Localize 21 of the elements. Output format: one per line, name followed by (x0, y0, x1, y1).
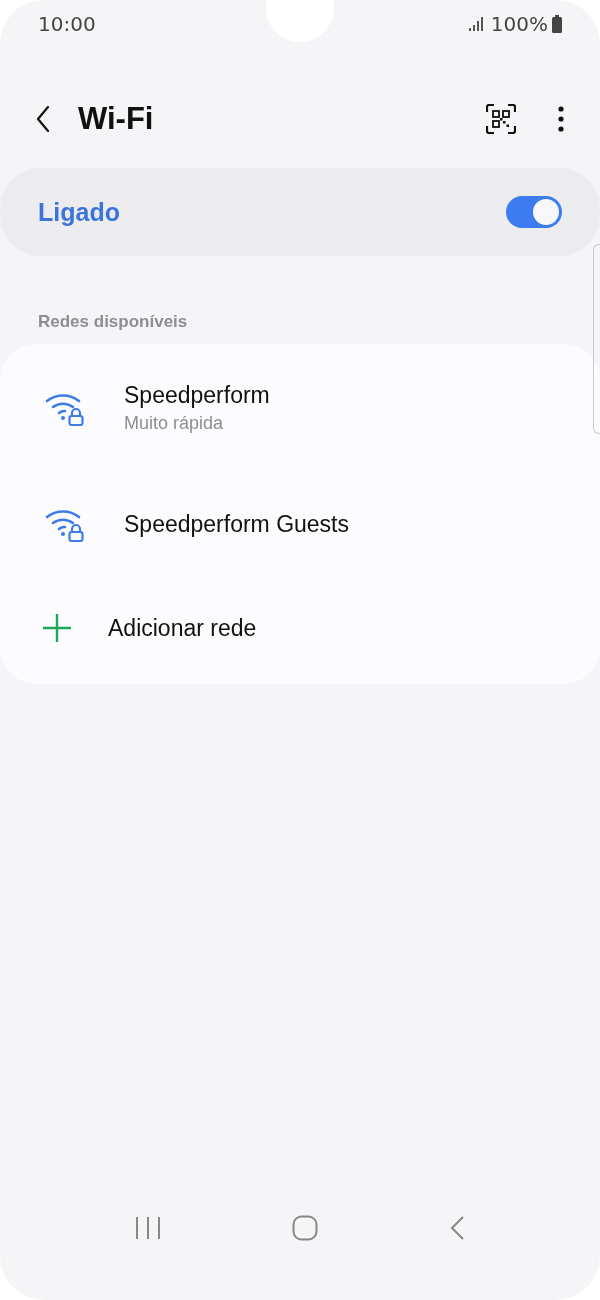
network-item[interactable]: Speedperform Muito rápida (0, 350, 600, 466)
wifi-toggle[interactable] (506, 196, 562, 228)
back-icon[interactable] (36, 106, 50, 132)
more-options-icon[interactable] (558, 106, 564, 132)
status-time: 10:00 (38, 12, 96, 36)
network-name: Speedperform (124, 382, 270, 409)
add-network-label: Adicionar rede (108, 614, 257, 642)
battery-percent: 100% (490, 12, 548, 36)
switch-label: Ligado (38, 197, 120, 227)
home-icon[interactable] (292, 1215, 318, 1241)
page-title: Wi-Fi (78, 101, 154, 137)
signal-icon (468, 17, 485, 31)
network-item[interactable]: Speedperform Guests (0, 466, 600, 582)
add-network-item[interactable]: Adicionar rede (0, 582, 600, 674)
recent-apps-icon[interactable] (135, 1216, 162, 1240)
qr-code-icon[interactable] (486, 104, 516, 134)
battery-icon (552, 15, 562, 33)
network-name: Speedperform Guests (124, 510, 349, 538)
network-speed: Muito rápida (124, 413, 225, 434)
plus-icon (42, 613, 72, 643)
section-header: Redes disponíveis (37, 312, 189, 332)
